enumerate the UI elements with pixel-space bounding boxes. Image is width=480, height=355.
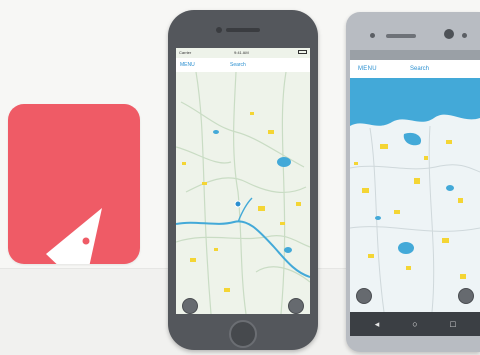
menu-button[interactable]: MENU: [358, 66, 377, 72]
app-bar: MENU Search: [350, 60, 480, 79]
home-circle-icon[interactable]: ○: [410, 319, 420, 329]
android-mockup: MENU Search ◂ ○ □: [346, 12, 480, 352]
map-view[interactable]: [350, 78, 480, 312]
speaker: [386, 34, 416, 38]
layers-button[interactable]: [458, 288, 474, 304]
menu-button[interactable]: MENU: [180, 62, 195, 68]
locate-button[interactable]: [182, 298, 198, 314]
navigation-arrow-icon: [46, 208, 102, 264]
app-icon[interactable]: [8, 104, 140, 264]
android-screen: MENU Search: [350, 50, 480, 312]
iphone-screen: Carrier 9:41 AM MENU Search: [176, 48, 310, 314]
sensor: [370, 33, 375, 38]
android-nav-bar: ◂ ○ □: [350, 312, 480, 336]
carrier-label: Carrier: [179, 50, 192, 55]
app-bar: MENU Search: [176, 58, 310, 73]
layers-button[interactable]: [288, 298, 304, 314]
earpiece: [226, 28, 260, 32]
front-camera: [216, 27, 222, 33]
status-bar: [350, 50, 480, 60]
time-label: 9:41 AM: [234, 50, 249, 55]
sensor: [462, 33, 467, 38]
back-triangle-icon[interactable]: ◂: [372, 319, 382, 329]
status-bar: Carrier 9:41 AM: [176, 48, 310, 58]
locate-button[interactable]: [356, 288, 372, 304]
home-button[interactable]: [229, 320, 257, 348]
search-button[interactable]: Search: [410, 66, 429, 72]
search-button[interactable]: Search: [230, 62, 246, 68]
recent-square-icon[interactable]: □: [448, 319, 458, 329]
iphone-mockup: Carrier 9:41 AM MENU Search: [168, 10, 318, 350]
battery-icon: [298, 50, 307, 54]
map-view[interactable]: [176, 72, 310, 314]
front-camera: [444, 29, 454, 39]
